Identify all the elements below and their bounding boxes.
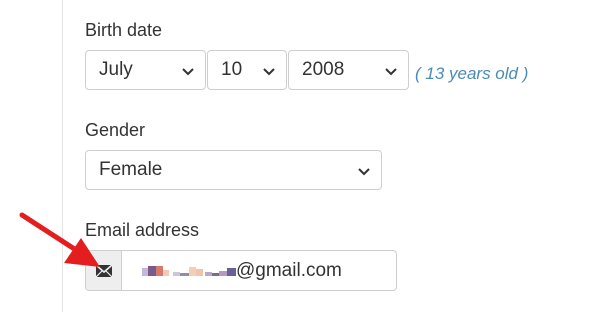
- profile-form: Birth date July 10 2008 ( 13 years old )…: [0, 0, 613, 312]
- email-input-group: @gmail.com: [85, 250, 397, 291]
- birth-day-select[interactable]: 10: [207, 50, 287, 90]
- chevron-down-icon: [182, 68, 194, 76]
- chevron-down-icon: [263, 68, 275, 76]
- age-note: ( 13 years old ): [415, 64, 529, 83]
- birth-date-label: Birth date: [85, 20, 163, 40]
- gender-label: Gender: [85, 120, 146, 140]
- redaction-pixelation: [142, 266, 236, 276]
- chevron-down-icon: [385, 68, 397, 76]
- birth-day-value: 10: [221, 59, 243, 80]
- birth-year-select[interactable]: 2008: [288, 50, 409, 90]
- birth-month-value: July: [99, 59, 133, 80]
- gender-value: Female: [99, 159, 163, 180]
- chevron-down-icon: [358, 168, 370, 176]
- email-field[interactable]: @gmail.com: [122, 251, 396, 290]
- birth-month-select[interactable]: July: [85, 50, 206, 90]
- annotation-arrow: [19, 212, 100, 267]
- gender-select[interactable]: Female: [85, 150, 382, 190]
- birth-year-value: 2008: [302, 59, 345, 80]
- email-visible-suffix: @gmail.com: [236, 259, 342, 281]
